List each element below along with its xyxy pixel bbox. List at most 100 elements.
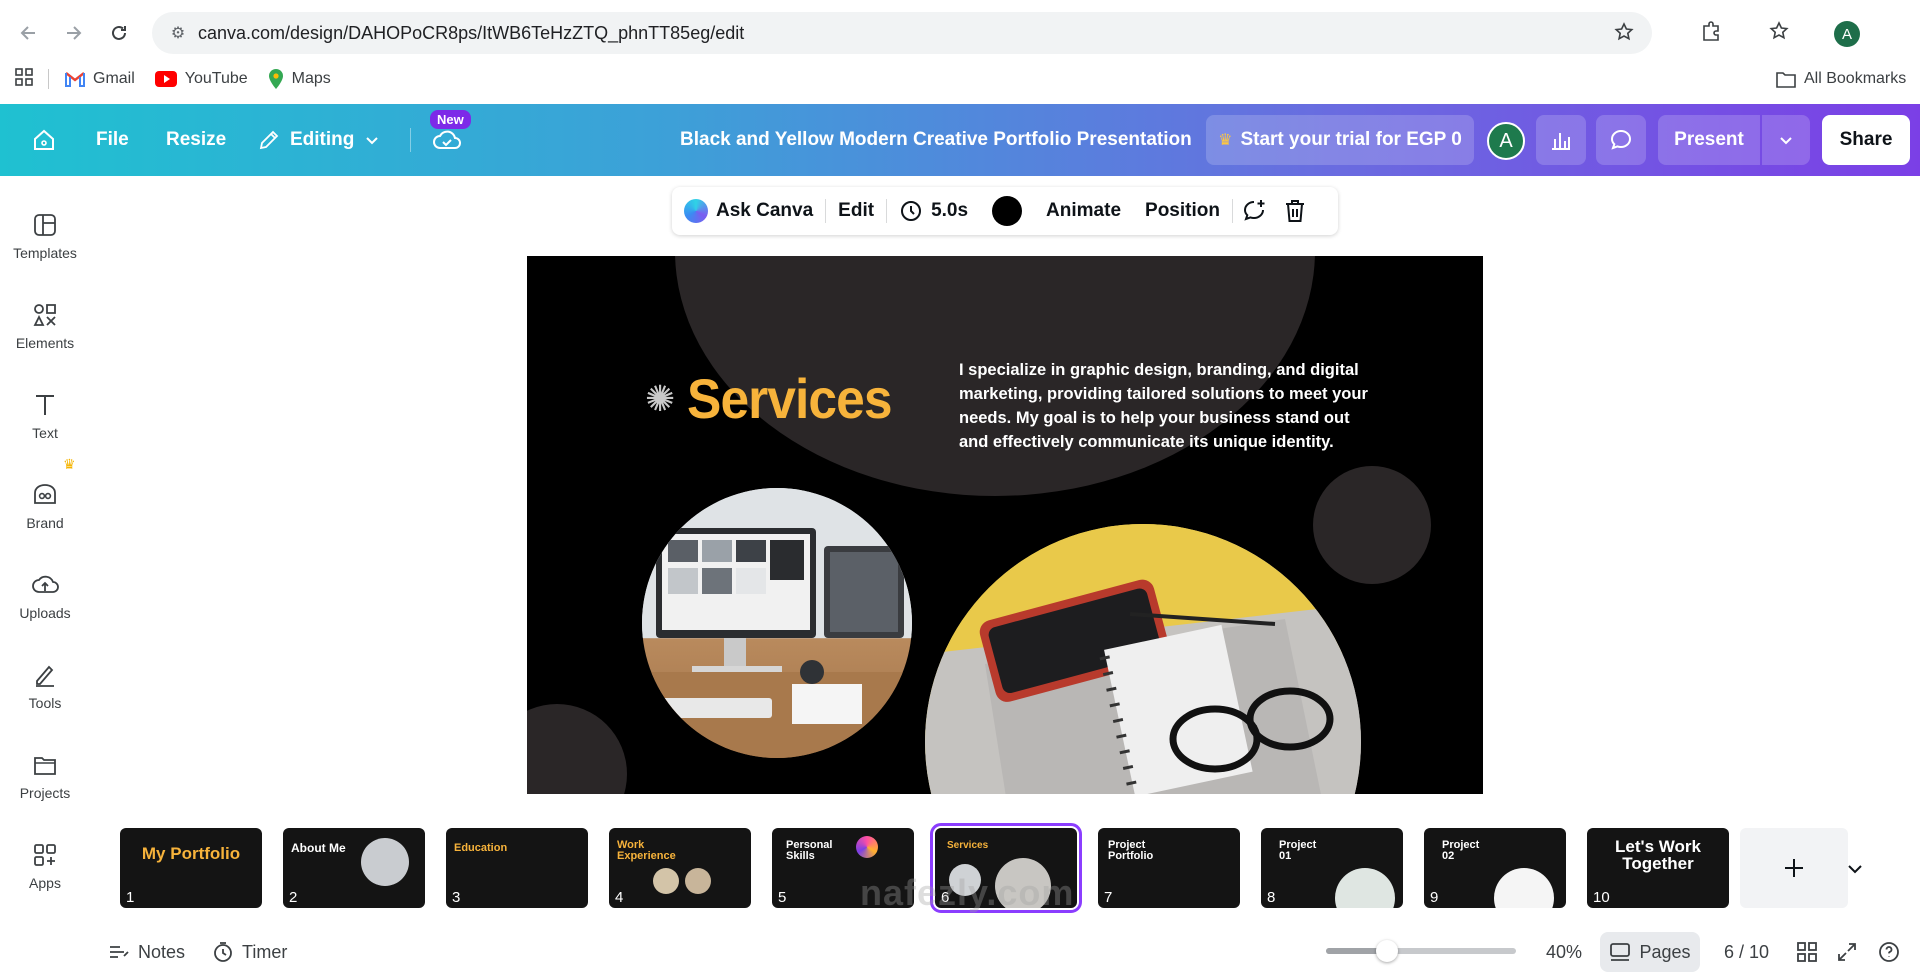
uploads-icon: [32, 575, 59, 593]
timer-button[interactable]: Timer: [212, 930, 287, 974]
duration-button[interactable]: 5.0s: [887, 187, 980, 235]
sidebar-item-projects[interactable]: Projects: [0, 736, 90, 816]
thumbnail-number: 8: [1267, 889, 1276, 906]
duration-label: 5.0s: [931, 200, 969, 221]
all-bookmarks[interactable]: All Bookmarks: [1776, 70, 1906, 88]
bookmarks-bar: Gmail YouTube Maps All Bookmarks: [0, 62, 1920, 96]
bookmark-star-icon[interactable]: [1614, 22, 1634, 47]
sidebar-item-elements[interactable]: Elements: [0, 286, 90, 366]
thumbnail-title: Project 01: [1279, 839, 1317, 862]
ask-canva-label: Ask Canva: [716, 200, 814, 221]
thumbnail-number: 9: [1430, 889, 1439, 906]
file-menu[interactable]: File: [96, 104, 129, 176]
page-thumbnail-8[interactable]: Project 01 8: [1261, 828, 1403, 908]
thumbnail-photo: [1494, 868, 1554, 908]
edit-button[interactable]: Edit: [826, 187, 886, 235]
page-thumbnail-9[interactable]: Project 02 9: [1424, 828, 1566, 908]
insights-button[interactable]: [1536, 115, 1586, 165]
thumbnail-title: Work Experience: [617, 839, 676, 862]
thumbnail-photo: [685, 868, 711, 894]
sidebar-item-label: Uploads: [19, 605, 71, 621]
reading-list-icon[interactable]: [1768, 20, 1790, 47]
delete-button[interactable]: [1275, 187, 1315, 235]
sidebar-item-label: Text: [32, 425, 58, 441]
document-title[interactable]: Black and Yellow Modern Creative Portfol…: [680, 104, 1192, 176]
computer-desk-photo[interactable]: [642, 488, 912, 758]
url-text[interactable]: canva.com/design/DAHOPoCR8ps/ItWB6TeHzZT…: [198, 23, 744, 44]
sidebar-item-apps[interactable]: Apps: [0, 826, 90, 906]
editor-header: File Resize Editing New Black and Yellow…: [0, 104, 1920, 176]
profile-avatar[interactable]: A: [1834, 21, 1860, 47]
pencil-icon: [259, 130, 279, 150]
slide-title[interactable]: Services: [687, 366, 893, 431]
page-thumbnail-10[interactable]: Let's Work Together 10: [1587, 828, 1729, 908]
add-page-button[interactable]: [1740, 828, 1848, 908]
page-thumbnail-7[interactable]: Project Portfolio 7: [1098, 828, 1240, 908]
resize-button[interactable]: Resize: [166, 104, 226, 176]
sidebar-item-label: Elements: [15, 335, 75, 351]
extensions-icon[interactable]: [1700, 20, 1722, 47]
color-swatch: [992, 196, 1023, 226]
position-button[interactable]: Position: [1133, 187, 1232, 235]
reload-button[interactable]: [104, 18, 134, 48]
collapse-pages-button[interactable]: [1840, 856, 1870, 882]
share-button[interactable]: Share: [1822, 115, 1910, 165]
grid-view-button[interactable]: [1796, 930, 1818, 974]
new-badge: New: [430, 110, 471, 129]
page-thumbnail-2[interactable]: About Me 2: [283, 828, 425, 908]
thumbnail-title: Education: [454, 842, 508, 854]
fullscreen-button[interactable]: [1836, 930, 1858, 974]
trash-icon: [1285, 200, 1304, 222]
sidebar-item-uploads[interactable]: Uploads: [0, 556, 90, 636]
start-trial-button[interactable]: ♛ Start your trial for EGP 0: [1206, 115, 1474, 165]
header-divider: [410, 128, 411, 152]
bookmark-maps[interactable]: Maps: [268, 69, 331, 89]
notes-label: Notes: [138, 941, 186, 962]
apps-grid-icon[interactable]: [14, 67, 34, 92]
user-avatar[interactable]: A: [1487, 122, 1525, 160]
bookmark-label: YouTube: [184, 70, 248, 87]
bookmark-gmail[interactable]: Gmail: [65, 70, 135, 88]
tools-icon: [36, 665, 54, 687]
editing-mode-button[interactable]: Editing: [258, 104, 380, 176]
back-button[interactable]: [14, 18, 44, 48]
notes-button[interactable]: Notes: [108, 930, 185, 974]
help-button[interactable]: [1878, 930, 1900, 974]
present-button[interactable]: Present: [1658, 115, 1760, 165]
animate-button[interactable]: Animate: [1034, 187, 1133, 235]
sidebar-item-text[interactable]: Text: [0, 376, 90, 456]
thumbnail-photo: [653, 868, 679, 894]
trial-label: Start your trial for EGP 0: [1240, 129, 1462, 150]
bookmark-youtube[interactable]: YouTube: [154, 70, 248, 88]
help-icon: [1879, 942, 1899, 962]
zoom-slider-handle[interactable]: [1375, 940, 1398, 962]
slide-canvas[interactable]: ✺ Services I specialize in graphic desig…: [527, 256, 1483, 794]
timer-label: Timer: [242, 941, 288, 962]
phone-notebook-photo[interactable]: [925, 524, 1361, 794]
watermark: nafezly.com: [860, 872, 1075, 913]
sidebar-item-brand[interactable]: Brand: [0, 466, 90, 546]
sidebar-item-templates[interactable]: Templates: [0, 196, 90, 276]
zoom-slider[interactable]: [1326, 940, 1516, 962]
background-color-button[interactable]: [980, 187, 1034, 235]
page-thumbnail-3[interactable]: Education 3: [446, 828, 588, 908]
sidebar-item-label: Templates: [13, 245, 77, 261]
site-info-icon[interactable]: ⚙: [158, 23, 198, 43]
browser-chrome: ⚙ canva.com/design/DAHOPoCR8ps/ItWB6TeHz…: [0, 0, 1920, 104]
sidebar-item-tools[interactable]: Tools: [0, 646, 90, 726]
home-button[interactable]: [26, 104, 62, 176]
pages-button[interactable]: Pages: [1600, 932, 1700, 972]
address-bar[interactable]: ⚙ canva.com/design/DAHOPoCR8ps/ItWB6TeHz…: [152, 12, 1652, 54]
add-comment-button[interactable]: [1233, 187, 1275, 235]
chevron-down-icon: [366, 137, 379, 145]
comments-button[interactable]: [1596, 115, 1646, 165]
present-options-button[interactable]: [1762, 115, 1810, 165]
decor-circle: [1313, 466, 1431, 584]
slide-body-text[interactable]: I specialize in graphic design, branding…: [959, 358, 1379, 454]
forward-button[interactable]: [58, 18, 88, 48]
zoom-level[interactable]: 40%: [1546, 930, 1582, 974]
ask-canva-button[interactable]: Ask Canva: [672, 187, 825, 235]
sidebar-item-label: Projects: [19, 785, 71, 801]
page-thumbnail-4[interactable]: Work Experience 4: [609, 828, 751, 908]
page-thumbnail-1[interactable]: My Portfolio 1: [120, 828, 262, 908]
